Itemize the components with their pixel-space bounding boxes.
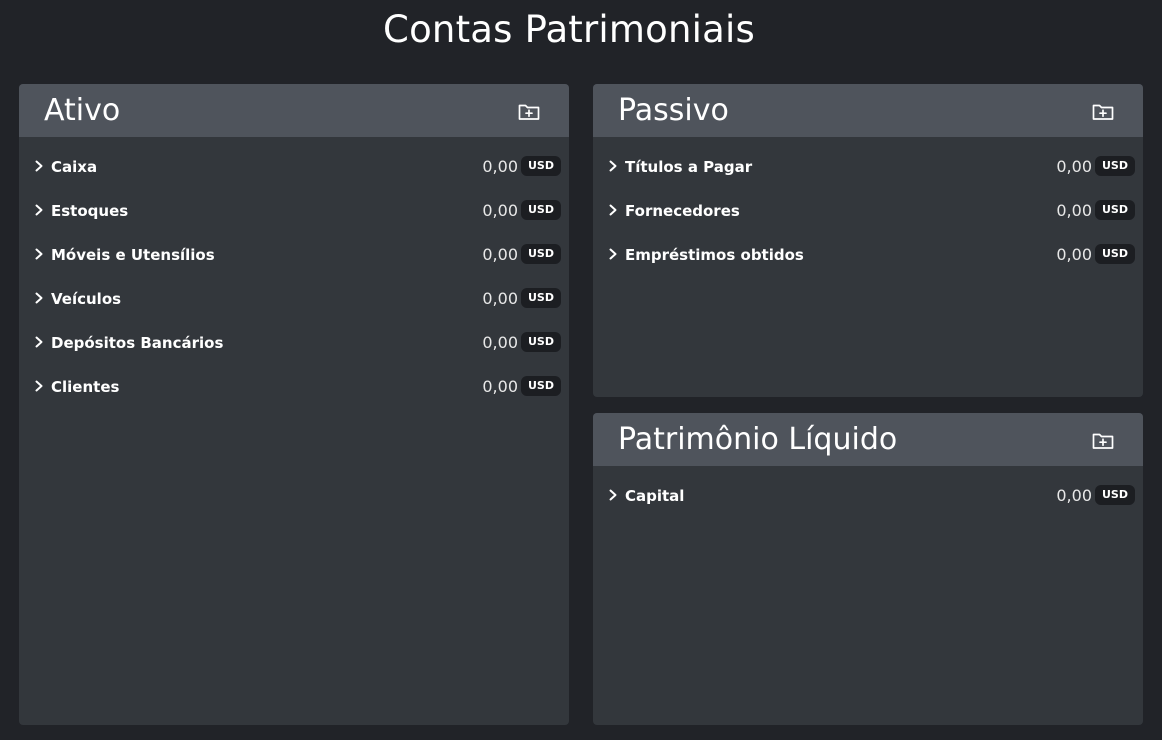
account-balance: 0,00 bbox=[482, 157, 518, 176]
account-name: Caixa bbox=[51, 158, 98, 176]
account-name: Veículos bbox=[51, 290, 122, 308]
account-balance: 0,00 bbox=[482, 377, 518, 396]
accounts-page: Contas Patrimoniais Ativo Caixa 0,00 USD Es… bbox=[0, 0, 1162, 740]
chevron-right-icon[interactable] bbox=[33, 203, 45, 217]
page-title: Contas Patrimoniais bbox=[383, 8, 755, 51]
account-row[interactable]: Capital 0,00 USD bbox=[593, 477, 1143, 521]
currency-badge: USD bbox=[521, 244, 561, 264]
account-row[interactable]: Clientes 0,00 USD bbox=[19, 368, 569, 412]
account-row[interactable]: Veículos 0,00 USD bbox=[19, 280, 569, 324]
account-name: Fornecedores bbox=[625, 202, 740, 220]
account-balance: 0,00 bbox=[1056, 245, 1092, 264]
account-name: Clientes bbox=[51, 378, 120, 396]
currency-badge: USD bbox=[521, 156, 561, 176]
account-balance: 0,00 bbox=[1056, 486, 1092, 505]
account-name: Estoques bbox=[51, 202, 129, 220]
currency-badge: USD bbox=[521, 332, 561, 352]
add-folder-button[interactable] bbox=[1091, 101, 1115, 123]
account-name: Móveis e Utensílios bbox=[51, 246, 215, 264]
account-balance: 0,00 bbox=[482, 245, 518, 264]
account-balance: 0,00 bbox=[1056, 157, 1092, 176]
panel-header: Ativo bbox=[19, 84, 569, 137]
panel-title: Passivo bbox=[618, 93, 729, 128]
account-list: Capital 0,00 USD bbox=[593, 466, 1143, 521]
add-folder-button[interactable] bbox=[517, 101, 541, 123]
account-row[interactable]: Caixa 0,00 USD bbox=[19, 148, 569, 192]
panel-title: Ativo bbox=[44, 93, 121, 128]
account-row[interactable]: Fornecedores 0,00 USD bbox=[593, 192, 1143, 236]
account-balance: 0,00 bbox=[482, 333, 518, 352]
account-name: Depósitos Bancários bbox=[51, 334, 224, 352]
currency-badge: USD bbox=[1095, 244, 1135, 264]
chevron-right-icon[interactable] bbox=[33, 159, 45, 173]
account-list: Caixa 0,00 USD Estoques 0,00 USD Móveis e Uten… bbox=[19, 137, 569, 412]
currency-badge: USD bbox=[1095, 156, 1135, 176]
panel-patrimonio-liquido: Patrimônio Líquido Capital 0,00 USD bbox=[593, 413, 1143, 725]
chevron-right-icon[interactable] bbox=[33, 247, 45, 261]
panel-title: Patrimônio Líquido bbox=[618, 422, 898, 457]
add-folder-button[interactable] bbox=[1091, 430, 1115, 452]
account-row[interactable]: Títulos a Pagar 0,00 USD bbox=[593, 148, 1143, 192]
currency-badge: USD bbox=[521, 376, 561, 396]
panel-header: Passivo bbox=[593, 84, 1143, 137]
folder-plus-icon bbox=[518, 104, 540, 120]
folder-plus-icon bbox=[1092, 433, 1114, 449]
account-list: Títulos a Pagar 0,00 USD Fornecedores 0,00 US… bbox=[593, 137, 1143, 280]
account-balance: 0,00 bbox=[482, 289, 518, 308]
currency-badge: USD bbox=[1095, 485, 1135, 505]
account-row[interactable]: Empréstimos obtidos 0,00 USD bbox=[593, 236, 1143, 280]
chevron-right-icon[interactable] bbox=[33, 335, 45, 349]
panel-header: Patrimônio Líquido bbox=[593, 413, 1143, 466]
account-name: Empréstimos obtidos bbox=[625, 246, 804, 264]
currency-badge: USD bbox=[1095, 200, 1135, 220]
chevron-right-icon[interactable] bbox=[607, 247, 619, 261]
chevron-right-icon[interactable] bbox=[607, 159, 619, 173]
account-name: Títulos a Pagar bbox=[625, 158, 753, 176]
account-name: Capital bbox=[625, 487, 685, 505]
chevron-right-icon[interactable] bbox=[33, 379, 45, 393]
chevron-right-icon[interactable] bbox=[607, 488, 619, 502]
account-row[interactable]: Móveis e Utensílios 0,00 USD bbox=[19, 236, 569, 280]
account-row[interactable]: Depósitos Bancários 0,00 USD bbox=[19, 324, 569, 368]
account-balance: 0,00 bbox=[482, 201, 518, 220]
account-balance: 0,00 bbox=[1056, 201, 1092, 220]
folder-plus-icon bbox=[1092, 104, 1114, 120]
account-row[interactable]: Estoques 0,00 USD bbox=[19, 192, 569, 236]
currency-badge: USD bbox=[521, 288, 561, 308]
chevron-right-icon[interactable] bbox=[33, 291, 45, 305]
chevron-right-icon[interactable] bbox=[607, 203, 619, 217]
currency-badge: USD bbox=[521, 200, 561, 220]
panel-passivo: Passivo Títulos a Pagar 0,00 USD Fornecedor… bbox=[593, 84, 1143, 397]
panel-ativo: Ativo Caixa 0,00 USD Estoques 0,00 USD Móveis … bbox=[19, 84, 569, 725]
